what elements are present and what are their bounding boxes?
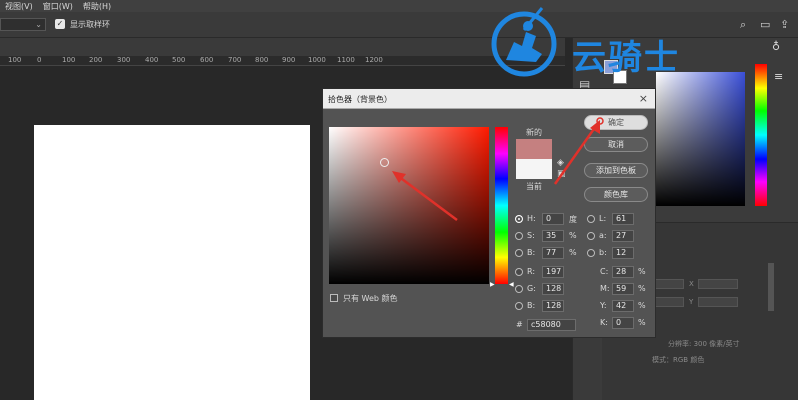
annotation-arrow — [553, 125, 598, 185]
annotation-arrows — [392, 117, 604, 222]
annotation-arrow — [397, 174, 458, 222]
